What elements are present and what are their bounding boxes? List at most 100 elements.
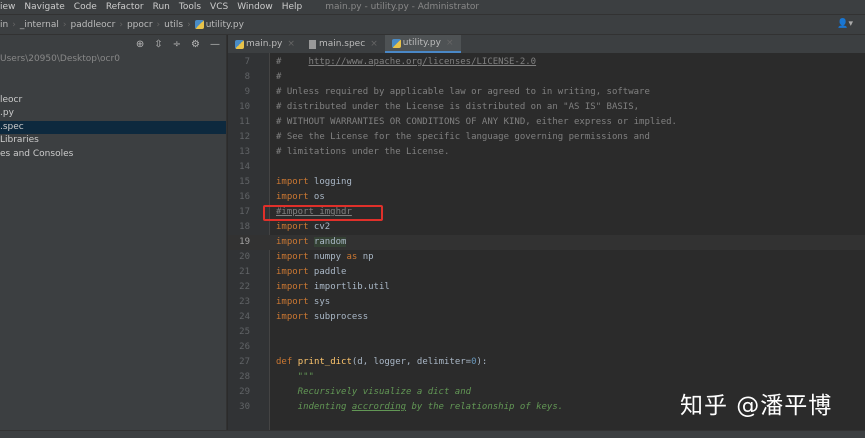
line-number: 14 — [239, 162, 250, 172]
collapse-all-icon[interactable]: ÷ — [173, 39, 181, 50]
project-toolbar: ⊕ ⇳ ÷ ⚙ — — [0, 35, 226, 53]
chevron-right-icon: › — [119, 19, 123, 30]
code-line: 25 — [228, 325, 865, 340]
code-line: 15 import logging — [228, 175, 865, 190]
menu-vcs[interactable]: VCS — [210, 2, 228, 12]
crumb-file-label: utility.py — [205, 19, 244, 30]
keyword: import — [276, 282, 309, 292]
params: (d, logger, delimiter= — [351, 357, 472, 367]
crumb[interactable]: ppocr — [127, 20, 153, 30]
line-number: 8 — [244, 72, 250, 82]
comment: # distributed under the License is distr… — [276, 102, 640, 112]
line-number: 9 — [244, 87, 250, 97]
tab-label: utility.py — [402, 38, 441, 48]
line-number: 22 — [239, 282, 250, 292]
module: random — [313, 237, 347, 247]
module: sys — [308, 297, 331, 307]
code-line: 13 # limitations under the License. — [228, 145, 865, 160]
expand-all-icon[interactable]: ⇳ — [154, 39, 162, 50]
module: subprocess — [308, 312, 369, 322]
menu-run[interactable]: Run — [153, 2, 170, 12]
line-number: 17 — [239, 207, 250, 217]
menu-bar: iew Navigate Code Refactor Run Tools VCS… — [0, 0, 865, 14]
tree-item-main-py[interactable]: .py — [0, 107, 226, 121]
comment: # Unless required by applicable law or a… — [276, 87, 650, 97]
line-number: 27 — [239, 357, 250, 367]
highlight-annotation-box — [263, 205, 383, 221]
menu-window[interactable]: Window — [237, 2, 273, 12]
crumb[interactable]: paddleocr — [70, 20, 115, 30]
minimize-icon[interactable]: — — [210, 39, 220, 50]
close-icon[interactable]: × — [370, 39, 378, 49]
crumb-file[interactable]: utility.py — [194, 19, 244, 30]
line-number: 30 — [239, 402, 250, 412]
line-number: 29 — [239, 387, 250, 397]
typo-word: accrording — [351, 402, 407, 412]
tree-item-root-path[interactable]: Users\20950\Desktop\ocr0 — [0, 53, 226, 67]
line-number: 20 — [239, 252, 250, 262]
tree-item-paddleocr[interactable]: leocr — [0, 94, 226, 108]
comment: # WITHOUT WARRANTIES OR CONDITIONS OF AN… — [276, 117, 677, 127]
tab-main-spec[interactable]: main.spec × — [302, 35, 385, 53]
keyword: import — [276, 177, 309, 187]
menu-view[interactable]: iew — [0, 2, 15, 12]
comment: # limitations under the License. — [276, 147, 450, 157]
chevron-right-icon: › — [187, 19, 191, 30]
tree-item-scratches[interactable]: es and Consoles — [0, 148, 226, 162]
line-number: 21 — [239, 267, 250, 277]
code-line: 16 import os — [228, 190, 865, 205]
code-line: 7 # http://www.apache.org/licenses/LICENS… — [228, 55, 865, 70]
code-editor[interactable]: 7 # http://www.apache.org/licenses/LICENS… — [228, 53, 865, 430]
line-number: 25 — [239, 327, 250, 337]
python-file-icon — [235, 39, 244, 49]
code-line: 8 # — [228, 70, 865, 85]
docstring: indenting — [276, 402, 352, 412]
crumb[interactable]: in — [0, 20, 8, 30]
close-icon[interactable]: × — [287, 39, 295, 49]
docstring: Recursively visualize a dict and — [276, 387, 472, 397]
tab-label: main.spec — [318, 39, 366, 49]
module: numpy — [308, 252, 347, 262]
keyword: import — [276, 192, 309, 202]
function-name: print_dict — [297, 357, 352, 367]
line-number: 16 — [239, 192, 250, 202]
close-icon[interactable]: × — [446, 38, 454, 48]
module: importlib.util — [308, 282, 390, 292]
menu-navigate[interactable]: Navigate — [24, 2, 64, 12]
menu-refactor[interactable]: Refactor — [106, 2, 144, 12]
alias: np — [357, 252, 374, 262]
line-number: 28 — [239, 372, 250, 382]
crumb[interactable]: utils — [164, 20, 183, 30]
code-line: 20 import numpy as np — [228, 250, 865, 265]
comment: # — [276, 72, 282, 82]
breadcrumb: in › _internal › paddleocr › ppocr › utils › … — [0, 14, 865, 35]
menu-code[interactable]: Code — [74, 2, 97, 12]
gear-icon[interactable]: ⚙ — [191, 39, 200, 50]
keyword: def — [276, 357, 293, 367]
tree-item[interactable] — [0, 67, 226, 81]
code-line: 23 import sys — [228, 295, 865, 310]
line-number: 11 — [239, 117, 250, 127]
docstring: by the relationship of keys. — [406, 402, 564, 412]
tab-utility-py[interactable]: utility.py × — [384, 35, 461, 53]
crumb[interactable]: _internal — [20, 20, 59, 30]
tree-item-main-spec[interactable]: .spec — [0, 120, 226, 134]
code-line: 24 import subprocess — [228, 310, 865, 325]
file-icon — [308, 39, 316, 49]
tree-item-external-libraries[interactable]: Libraries — [0, 134, 226, 148]
code-line: 28 """ — [228, 370, 865, 385]
line-number: 13 — [239, 147, 250, 157]
tab-main-py[interactable]: main.py × — [228, 35, 302, 53]
user-icon[interactable]: 👤▾ — [837, 19, 853, 29]
watermark: 知乎 @潘平博 — [680, 393, 833, 419]
menu-help[interactable]: Help — [282, 2, 303, 12]
python-file-icon — [194, 19, 204, 29]
line-number: 19 — [239, 237, 250, 247]
code-line: 22 import importlib.util — [228, 280, 865, 295]
locate-icon[interactable]: ⊕ — [136, 39, 144, 50]
line-number: 15 — [239, 177, 250, 187]
menu-tools[interactable]: Tools — [179, 2, 201, 12]
tree-item[interactable] — [0, 80, 226, 94]
code-line: 26 — [228, 340, 865, 355]
license-url-link[interactable]: http://www.apache.org/licenses/LICENSE-2… — [309, 57, 537, 67]
